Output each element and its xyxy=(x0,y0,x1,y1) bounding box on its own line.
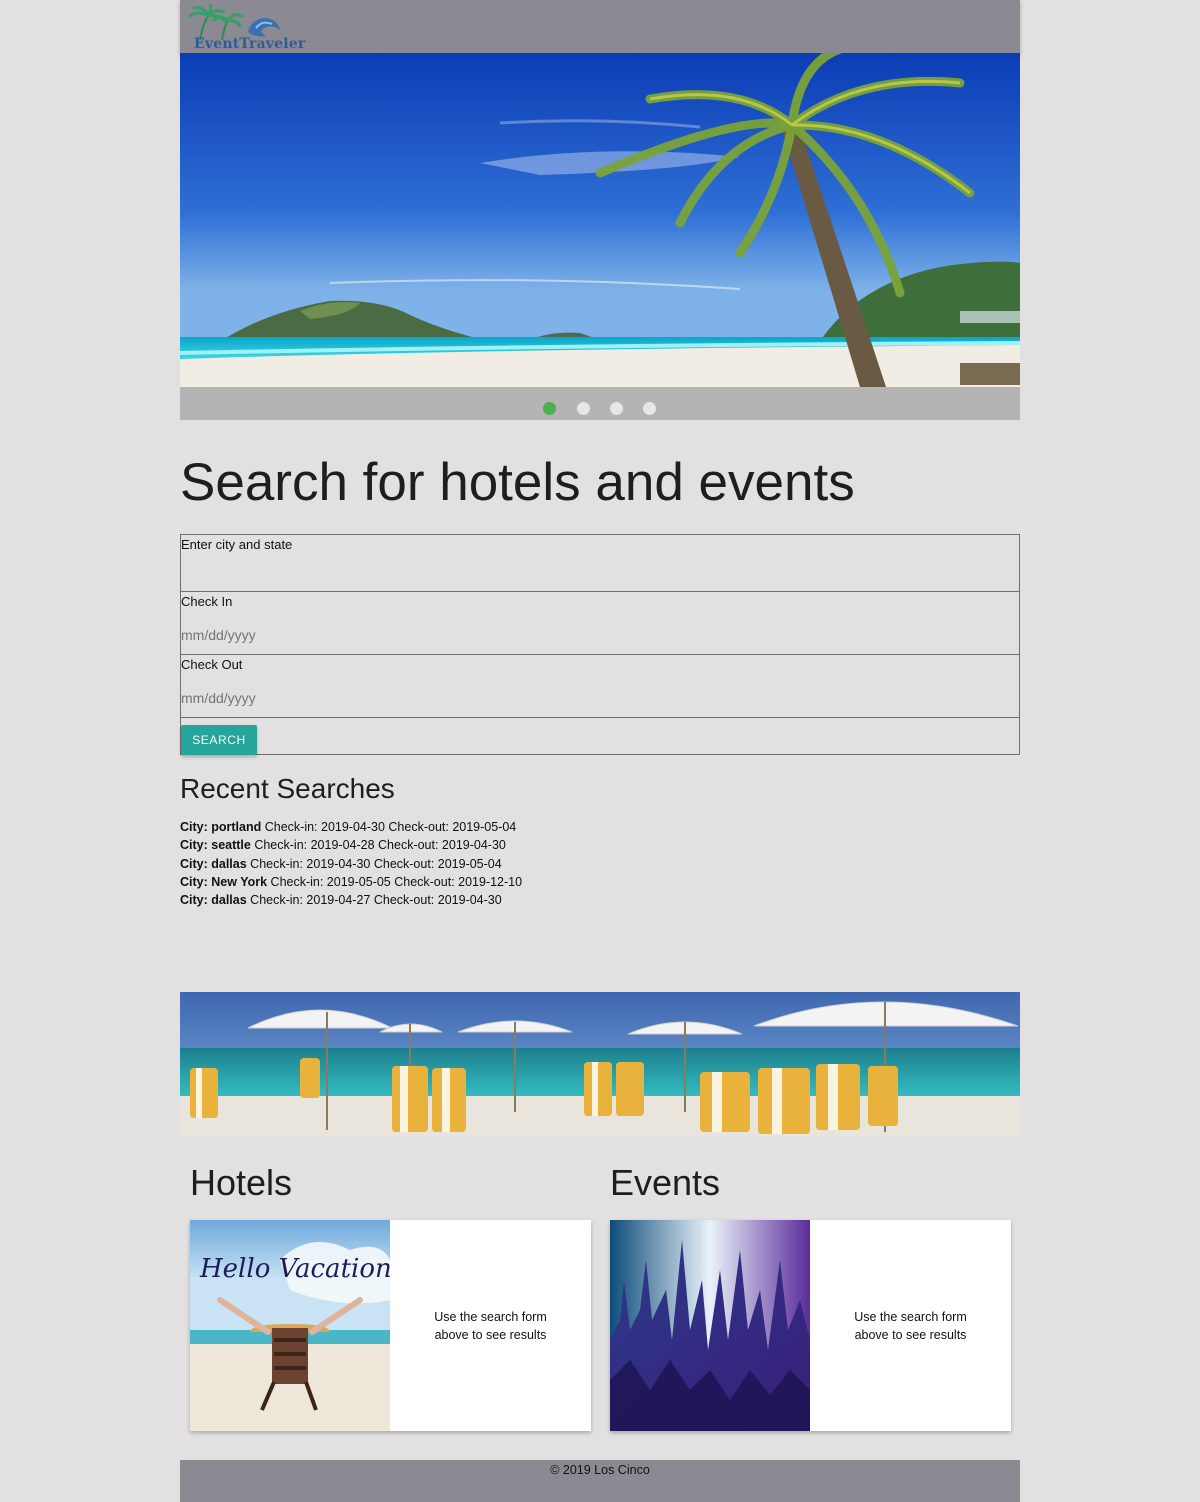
recent-city: City: seattle xyxy=(180,838,251,853)
footer-copyright: © 2019 Los Cinco xyxy=(550,1463,650,1477)
recent-dates: Check-in: 2019-04-28 Check-out: 2019-04-… xyxy=(250,838,506,853)
carousel-dot-4[interactable] xyxy=(643,402,656,415)
recent-city: City: portland xyxy=(180,820,262,834)
eventtraveler-logo[interactable]: EventTraveler xyxy=(186,4,305,52)
events-card[interactable]: Use the search form above to see results xyxy=(610,1220,1011,1431)
events-title: Events xyxy=(610,1162,721,1203)
checkin-field: Check In xyxy=(181,592,1019,655)
city-field: Enter city and state xyxy=(181,535,1019,592)
checkout-input[interactable] xyxy=(181,687,581,709)
hotels-card-image: Hello Vacation xyxy=(190,1220,390,1431)
recent-dates: Check-in: 2019-04-30 Check-out: 2019-05-… xyxy=(261,820,517,834)
recent-searches-list: City: portland Check-in: 2019-04-30 Chec… xyxy=(180,818,1020,909)
recent-search-item[interactable]: City: New York Check-in: 2019-05-05 Chec… xyxy=(180,873,1020,891)
hello-vacation-image xyxy=(190,1220,390,1431)
logo-text: EventTraveler xyxy=(194,36,306,52)
beach-umbrellas-image xyxy=(180,992,1020,1136)
recent-searches-title: Recent Searches xyxy=(180,773,395,804)
checkout-label: Check Out xyxy=(181,657,243,672)
search-form: Enter city and state Check In Check Out … xyxy=(180,534,1020,755)
hero-carousel-image xyxy=(180,53,1020,387)
footer: © 2019 Los Cinco xyxy=(180,1460,1020,1502)
recent-city: City: New York xyxy=(180,874,268,889)
recent-dates: Check-in: 2019-05-05 Check-out: 2019-12-… xyxy=(267,874,523,889)
recent-search-item[interactable]: City: dallas Check-in: 2019-04-30 Check-… xyxy=(180,855,1020,873)
recent-city: City: dallas xyxy=(180,893,247,908)
recent-search-item[interactable]: City: portland Check-in: 2019-04-30 Chec… xyxy=(180,818,1020,836)
events-card-image xyxy=(610,1220,810,1431)
city-label: Enter city and state xyxy=(181,537,293,552)
carousel-dot-1[interactable] xyxy=(543,402,556,415)
checkout-field: Check Out xyxy=(181,655,1019,718)
carousel-dot-3[interactable] xyxy=(610,402,623,415)
beach-palm-image xyxy=(180,53,1020,387)
navbar: EventTraveler xyxy=(180,0,1020,53)
hotels-title: Hotels xyxy=(190,1162,293,1203)
recent-dates: Check-in: 2019-04-27 Check-out: 2019-04-… xyxy=(246,893,502,908)
recent-city: City: dallas xyxy=(180,856,247,871)
carousel-dot-2[interactable] xyxy=(577,402,590,415)
concert-crowd-image xyxy=(610,1220,810,1431)
checkin-input[interactable] xyxy=(181,624,581,646)
search-button[interactable]: SEARCH xyxy=(181,725,257,755)
city-input[interactable] xyxy=(181,567,581,589)
events-card-text: Use the search form above to see results xyxy=(854,1309,967,1342)
search-title: Search for hotels and events xyxy=(180,453,855,512)
recent-search-item[interactable]: City: dallas Check-in: 2019-04-27 Check-… xyxy=(180,891,1020,909)
beach-umbrellas-banner xyxy=(180,992,1020,1136)
recent-search-item[interactable]: City: seattle Check-in: 2019-04-28 Check… xyxy=(180,836,1020,854)
recent-dates: Check-in: 2019-04-30 Check-out: 2019-05-… xyxy=(246,856,502,871)
hotels-card[interactable]: Hello Vacation Use the search form above… xyxy=(190,1220,591,1431)
hotels-card-text: Use the search form above to see results xyxy=(434,1309,547,1342)
hello-vacation-text: Hello Vacation xyxy=(200,1254,390,1284)
carousel-indicators xyxy=(180,387,1020,420)
checkin-label: Check In xyxy=(181,594,233,609)
